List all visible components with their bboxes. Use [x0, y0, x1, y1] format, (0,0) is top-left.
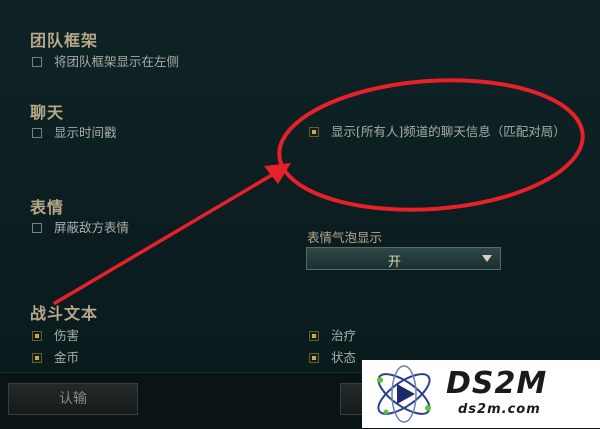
watermark: DS2M ds2m.com: [362, 360, 600, 428]
checkbox-checked[interactable]: [309, 353, 319, 363]
checkbox[interactable]: [32, 223, 42, 233]
watermark-url: ds2m.com: [458, 402, 541, 417]
emote-bubble-label: 表情气泡显示: [307, 230, 383, 245]
section-title-chat: 聊天: [30, 103, 65, 122]
option-combat-status[interactable]: 状态: [309, 350, 356, 366]
emote-bubble-dropdown[interactable]: 开: [306, 247, 501, 270]
watermark-brand: DS2M: [446, 366, 548, 401]
option-label: 显示[所有人]频道的聊天信息（匹配对局）: [331, 124, 566, 139]
checkbox[interactable]: [32, 57, 42, 67]
option-label: 治疗: [331, 328, 357, 343]
option-label: 将团队框架显示在左侧: [54, 54, 180, 69]
option-team-frame-left[interactable]: 将团队框架显示在左侧: [32, 54, 179, 70]
option-combat-heal[interactable]: 治疗: [309, 328, 356, 344]
option-label: 金币: [54, 350, 80, 365]
option-label: 伤害: [54, 328, 80, 343]
option-show-all-chat[interactable]: 显示[所有人]频道的聊天信息（匹配对局）: [309, 124, 566, 140]
option-block-enemy-emotes[interactable]: 屏蔽敌方表情: [32, 220, 129, 236]
atom-logo-icon: [377, 365, 431, 423]
surrender-button[interactable]: 认输: [8, 383, 138, 415]
section-title-team-frame: 团队框架: [30, 31, 99, 50]
option-label: 屏蔽敌方表情: [54, 220, 130, 235]
section-title-combat-text: 战斗文本: [30, 304, 99, 323]
checkbox[interactable]: [32, 128, 42, 138]
dropdown-value: 开: [387, 255, 401, 270]
option-combat-gold[interactable]: 金币: [32, 350, 79, 366]
checkbox-checked[interactable]: [32, 331, 42, 341]
section-title-emotes: 表情: [30, 198, 65, 217]
option-label: 状态: [331, 350, 357, 365]
checkbox-checked[interactable]: [32, 353, 42, 363]
option-show-timestamp[interactable]: 显示时间戳: [32, 125, 117, 141]
option-label: 显示时间戳: [54, 125, 117, 140]
chevron-down-icon: [482, 255, 492, 262]
checkbox-checked[interactable]: [309, 127, 319, 137]
checkbox-checked[interactable]: [309, 331, 319, 341]
option-combat-damage[interactable]: 伤害: [32, 328, 79, 344]
